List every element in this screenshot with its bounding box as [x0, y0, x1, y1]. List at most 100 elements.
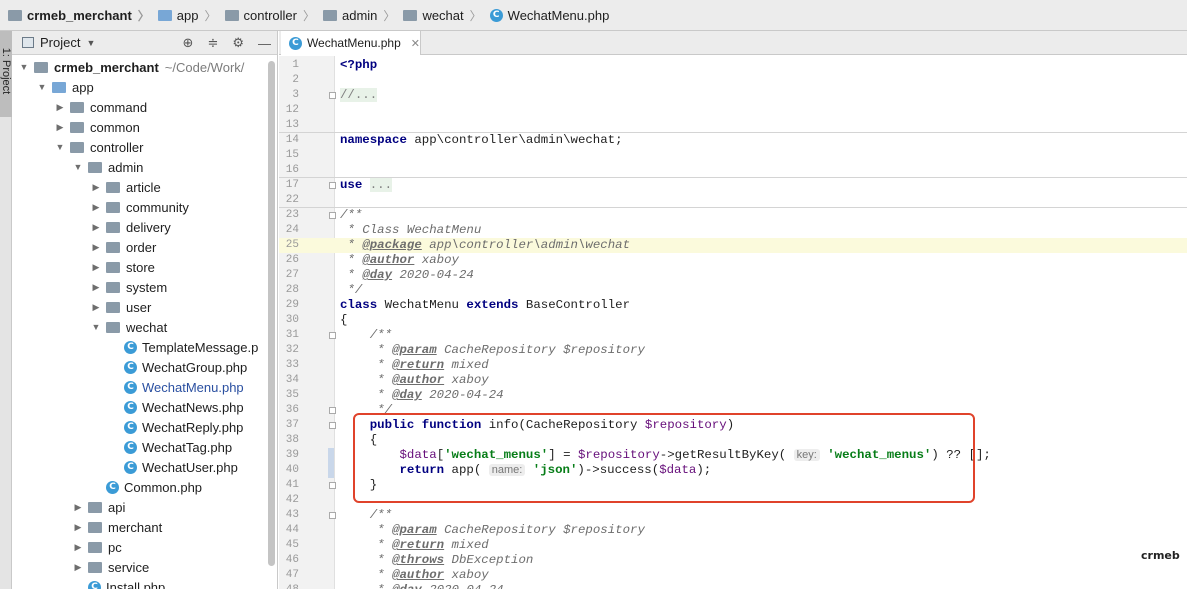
fold-marker-icon[interactable]: [329, 332, 336, 339]
chevron-down-icon[interactable]: ▼: [54, 142, 66, 152]
code-line[interactable]: 26 * @author xaboy: [279, 253, 1187, 268]
fold-marker-icon[interactable]: [329, 422, 336, 429]
tree-item[interactable]: ▶ api: [12, 497, 277, 517]
code-line[interactable]: 13: [279, 118, 1187, 133]
chevron-right-icon[interactable]: ▶: [54, 102, 66, 113]
gear-icon[interactable]: ⚙: [232, 35, 244, 51]
chevron-right-icon[interactable]: ▶: [90, 222, 102, 233]
tree-item[interactable]: ▶CWechatGroup.php: [12, 357, 277, 377]
chevron-down-icon[interactable]: ▼: [18, 62, 30, 72]
tree-item[interactable]: ▶CWechatMenu.php: [12, 377, 277, 397]
change-marker[interactable]: [328, 463, 334, 478]
tree-item[interactable]: ▶ merchant: [12, 517, 277, 537]
code-line[interactable]: 27 * @day 2020-04-24: [279, 268, 1187, 283]
chevron-right-icon[interactable]: ▶: [72, 562, 84, 573]
breadcrumb-item[interactable]: wechat 〉: [399, 0, 485, 30]
chevron-right-icon[interactable]: ▶: [54, 122, 66, 133]
tree-item[interactable]: ▶ common: [12, 117, 277, 137]
tree-item[interactable]: ▶ article: [12, 177, 277, 197]
breadcrumb-item[interactable]: crmeb_merchant 〉: [4, 0, 154, 30]
project-tool-tab[interactable]: 1: Project: [0, 31, 12, 117]
code-line[interactable]: 25 * @package app\controller\admin\wecha…: [279, 238, 1187, 253]
fold-marker-icon[interactable]: [329, 92, 336, 99]
chevron-right-icon[interactable]: ▶: [90, 302, 102, 313]
code-line[interactable]: 45 * @return mixed: [279, 538, 1187, 553]
breadcrumb-item[interactable]: admin 〉: [319, 0, 399, 30]
chevron-right-icon[interactable]: ▶: [72, 522, 84, 533]
tree-item[interactable]: ▶ user: [12, 297, 277, 317]
editor-tab-wechatmenu[interactable]: C WechatMenu.php ✕: [281, 31, 421, 55]
tree-item[interactable]: ▶CWechatTag.php: [12, 437, 277, 457]
tree-item[interactable]: ▶ pc: [12, 537, 277, 557]
code-line[interactable]: 28 */: [279, 283, 1187, 298]
fold-marker-icon[interactable]: [329, 212, 336, 219]
tree-item[interactable]: ▼ controller: [12, 137, 277, 157]
collapse-all-icon[interactable]: ≑: [207, 35, 218, 51]
tree-item[interactable]: ▶CWechatNews.php: [12, 397, 277, 417]
project-tree-scrollbar[interactable]: [268, 61, 275, 566]
minimize-icon[interactable]: —: [258, 36, 271, 51]
locate-file-icon[interactable]: ⊕: [183, 35, 194, 51]
tree-item[interactable]: ▼ admin: [12, 157, 277, 177]
code-line[interactable]: 24 * Class WechatMenu: [279, 223, 1187, 238]
fold-marker-icon[interactable]: [329, 182, 336, 189]
code-line[interactable]: 1 <?php: [279, 58, 1187, 73]
code-line[interactable]: 14 namespace app\controller\admin\wechat;: [279, 133, 1187, 148]
breadcrumb-item[interactable]: app 〉: [154, 0, 221, 30]
fold-marker-icon[interactable]: [329, 407, 336, 414]
close-icon[interactable]: ✕: [411, 37, 420, 50]
tree-item[interactable]: ▶ service: [12, 557, 277, 577]
fold-marker-icon[interactable]: [329, 482, 336, 489]
code-line[interactable]: 30 {: [279, 313, 1187, 328]
code-line[interactable]: 12: [279, 103, 1187, 118]
breadcrumb-item[interactable]: controller 〉: [221, 0, 319, 30]
tree-item[interactable]: ▼ wechat: [12, 317, 277, 337]
tree-item[interactable]: ▶ order: [12, 237, 277, 257]
chevron-right-icon[interactable]: ▶: [90, 282, 102, 293]
tree-item[interactable]: ▶CWechatUser.php: [12, 457, 277, 477]
code-line[interactable]: 44 * @param CacheRepository $repository: [279, 523, 1187, 538]
code-line[interactable]: 15: [279, 148, 1187, 163]
tree-item[interactable]: ▶ system: [12, 277, 277, 297]
breadcrumb-item[interactable]: C WechatMenu.php: [486, 0, 614, 30]
chevron-down-icon[interactable]: ▼: [36, 82, 48, 92]
code-line[interactable]: 17 use ...: [279, 178, 1187, 193]
code-line[interactable]: 48 * @day 2020-04-24: [279, 583, 1187, 589]
chevron-right-icon[interactable]: ▶: [72, 502, 84, 513]
code-line[interactable]: 3 //...: [279, 88, 1187, 103]
chevron-down-icon[interactable]: ▼: [90, 322, 102, 332]
code-line[interactable]: 33 * @return mixed: [279, 358, 1187, 373]
chevron-right-icon[interactable]: ▶: [90, 262, 102, 273]
code-line[interactable]: 29 class WechatMenu extends BaseControlle…: [279, 298, 1187, 313]
tree-item[interactable]: ▼ crmeb_merchant ~/Code/Work/: [12, 57, 277, 77]
change-marker[interactable]: [328, 448, 334, 463]
code-line[interactable]: 35 * @day 2020-04-24: [279, 388, 1187, 403]
code-line[interactable]: 32 * @param CacheRepository $repository: [279, 343, 1187, 358]
chevron-right-icon[interactable]: ▶: [90, 242, 102, 253]
chevron-right-icon[interactable]: ▶: [72, 542, 84, 553]
tree-item[interactable]: ▶CWechatReply.php: [12, 417, 277, 437]
tree-item[interactable]: ▶CInstall.php: [12, 577, 277, 589]
code-line[interactable]: 22: [279, 193, 1187, 208]
code-line[interactable]: 46 * @throws DbException: [279, 553, 1187, 568]
tree-item[interactable]: ▶ store: [12, 257, 277, 277]
chevron-down-icon[interactable]: ▼: [72, 162, 84, 172]
code-editor[interactable]: 1 <?php 2 3//... 12 13 14 namespace app\control…: [279, 56, 1187, 589]
tree-item[interactable]: ▶ community: [12, 197, 277, 217]
code-line[interactable]: 31 /**: [279, 328, 1187, 343]
chevron-right-icon[interactable]: ▶: [90, 182, 102, 193]
code-line[interactable]: 43 /**: [279, 508, 1187, 523]
code-line[interactable]: 47 * @author xaboy: [279, 568, 1187, 583]
tree-item[interactable]: ▼ app: [12, 77, 277, 97]
tree-item[interactable]: ▶ delivery: [12, 217, 277, 237]
fold-marker-icon[interactable]: [329, 512, 336, 519]
tree-item[interactable]: ▶CCommon.php: [12, 477, 277, 497]
chevron-right-icon[interactable]: ▶: [90, 202, 102, 213]
tree-item[interactable]: ▶ command: [12, 97, 277, 117]
code-line[interactable]: 34 * @author xaboy: [279, 373, 1187, 388]
chevron-down-icon[interactable]: ▼: [86, 38, 95, 48]
tree-item[interactable]: ▶CTemplateMessage.p: [12, 337, 277, 357]
code-line[interactable]: 23 /**: [279, 208, 1187, 223]
code-line[interactable]: 2: [279, 73, 1187, 88]
project-view-selector[interactable]: Project: [40, 35, 80, 50]
